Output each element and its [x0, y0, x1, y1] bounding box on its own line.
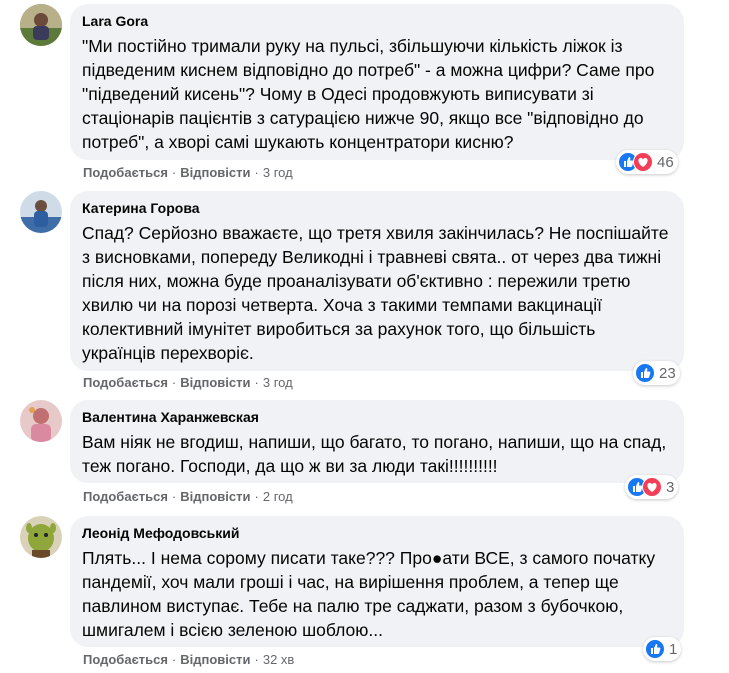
reaction-summary[interactable]: 1: [643, 637, 682, 661]
comment-time[interactable]: 3 год: [263, 375, 293, 390]
reaction-count: 3: [666, 478, 675, 496]
reply-button[interactable]: Відповісти: [180, 489, 250, 504]
like-icon: [635, 363, 655, 383]
comment-bubble: Валентина Харанжевская Вам ніяк не вгоди…: [70, 400, 684, 483]
separator: ·: [254, 489, 259, 504]
comment-actions: Подобається · Відповісти · 2 год: [83, 489, 293, 505]
comment-time[interactable]: 2 год: [263, 489, 293, 504]
comment-text: "Ми постійно тримали руку на пульсі, збі…: [82, 36, 655, 152]
comment-bubble: Lara Gora "Ми постійно тримали руку на п…: [70, 4, 684, 160]
comment-text: Плять... І нема сорому писати таке??? Пр…: [82, 548, 656, 640]
comment-author[interactable]: Леонід Мефодовський: [82, 524, 672, 542]
reaction-count: 23: [659, 364, 676, 382]
like-icon: [645, 639, 665, 659]
comment-author[interactable]: Lara Gora: [82, 12, 672, 30]
comment-actions: Подобається · Відповісти · 3 год: [83, 165, 293, 181]
separator: ·: [171, 652, 177, 667]
comment-actions: Подобається · Відповісти · 32 хв: [83, 652, 294, 668]
separator: ·: [171, 489, 177, 504]
comment-time[interactable]: 3 год: [263, 165, 293, 180]
like-button[interactable]: Подобається: [83, 652, 168, 667]
reaction-count: 46: [657, 153, 674, 171]
love-icon: [633, 152, 653, 172]
separator: ·: [171, 165, 177, 180]
reaction-summary[interactable]: 3: [625, 475, 679, 499]
comment-actions: Подобається · Відповісти · 3 год: [83, 375, 293, 391]
comment-text: Вам ніяк не вгодиш, напиши, що багато, т…: [82, 432, 667, 476]
reply-button[interactable]: Відповісти: [180, 652, 250, 667]
comment-author[interactable]: Катерина Горова: [82, 199, 672, 217]
like-button[interactable]: Подобається: [83, 375, 168, 390]
avatar[interactable]: [20, 516, 62, 558]
comment-bubble: Леонід Мефодовський Плять... І нема соро…: [70, 516, 684, 647]
love-icon: [642, 477, 662, 497]
avatar[interactable]: [20, 191, 62, 233]
reaction-count: 1: [669, 640, 678, 658]
reply-button[interactable]: Відповісти: [180, 375, 250, 390]
separator: ·: [254, 375, 259, 390]
comment-text: Спад? Серйозно вважаєте, що третя хвиля …: [82, 223, 669, 363]
reaction-summary[interactable]: 46: [616, 150, 678, 174]
avatar[interactable]: [20, 4, 62, 46]
comment-bubble: Катерина Горова Спад? Серйозно вважаєте,…: [70, 191, 684, 371]
like-button[interactable]: Подобається: [83, 165, 168, 180]
separator: ·: [171, 375, 177, 390]
reaction-summary[interactable]: 23: [633, 361, 680, 385]
like-button[interactable]: Подобається: [83, 489, 168, 504]
separator: ·: [254, 652, 259, 667]
separator: ·: [254, 165, 259, 180]
comment-time[interactable]: 32 хв: [263, 652, 294, 667]
comment-author[interactable]: Валентина Харанжевская: [82, 408, 672, 426]
reply-button[interactable]: Відповісти: [180, 165, 250, 180]
avatar[interactable]: [20, 400, 62, 442]
